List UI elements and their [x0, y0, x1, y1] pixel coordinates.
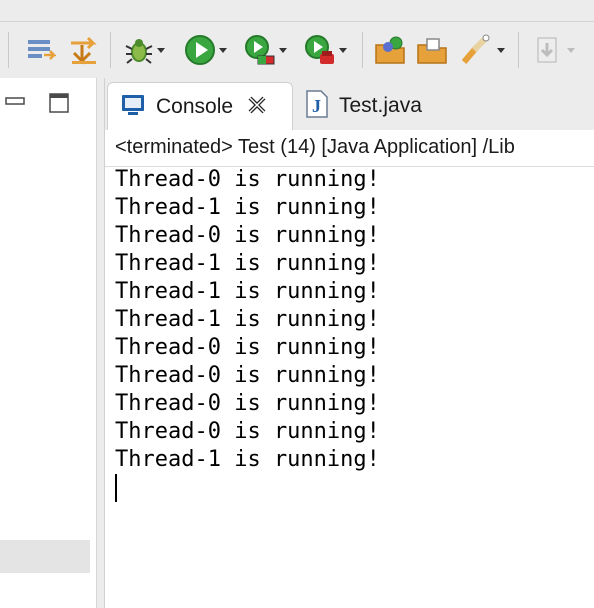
open-type-icon [375, 36, 405, 64]
process-description: <terminated> Test (14) [Java Application… [115, 136, 515, 158]
toggle-breakpoints-button[interactable] [26, 32, 56, 68]
console-line: Thread-0 is running! [115, 363, 380, 388]
svg-text:J: J [312, 96, 321, 116]
toolbar-separator [110, 32, 111, 68]
external-tools-button[interactable] [304, 32, 347, 68]
debug-dropdown-icon[interactable] [157, 47, 165, 53]
next-annotation-button[interactable] [534, 32, 575, 68]
run-button[interactable] [184, 32, 227, 68]
external-tools-icon [305, 35, 334, 64]
minimize-button[interactable] [4, 92, 26, 119]
left-view-panel [0, 78, 97, 608]
toolbar-separator [518, 32, 519, 68]
tab-test-java-label: Test.java [339, 94, 422, 117]
open-task-icon [417, 38, 447, 64]
coverage-button[interactable] [244, 32, 287, 68]
step-filters-icon [71, 36, 97, 65]
debug-button[interactable] [124, 32, 165, 68]
open-type-button[interactable] [374, 32, 408, 68]
console-line: Thread-0 is running! [115, 419, 380, 444]
console-icon [120, 92, 146, 123]
console-line: Thread-0 is running! [115, 223, 380, 248]
search-button[interactable] [460, 32, 505, 68]
console-description: <terminated> Test (14) [Java Application… [105, 130, 594, 167]
tab-console-label: Console [156, 95, 234, 118]
debug-icon [125, 39, 153, 64]
minimize-icon [5, 97, 25, 105]
console-line: Thread-1 is running! [115, 279, 380, 304]
run-dropdown-icon[interactable] [219, 47, 227, 53]
maximize-button[interactable] [48, 92, 70, 119]
toolbar-separator [362, 32, 363, 68]
console-line: Thread-0 is running! [115, 335, 380, 360]
console-line: Thread-1 is running! [115, 195, 380, 220]
console-line: Thread-0 is running! [115, 167, 380, 192]
run-icon [185, 35, 215, 65]
open-task-button[interactable] [416, 32, 450, 68]
toolbar-separator [8, 32, 9, 68]
console-line: Thread-1 is running! [115, 307, 380, 332]
next-annotation-icon [537, 37, 557, 63]
console-line: Thread-1 is running! [115, 251, 380, 276]
tab-console[interactable]: Console [107, 82, 293, 131]
text-caret [115, 474, 117, 502]
console-view: Console J Test.java <terminated> Test (1… [104, 78, 594, 608]
external-tools-dropdown-icon[interactable] [339, 47, 347, 53]
toggle-breakpoints-icon [28, 40, 56, 60]
main-toolbar [0, 0, 594, 78]
coverage-dropdown-icon[interactable] [279, 47, 287, 53]
step-filters-button[interactable] [68, 32, 102, 68]
toolbar-top-divider [0, 21, 594, 22]
tab-test-java[interactable]: J Test.java [299, 82, 499, 130]
console-line: Thread-1 is running! [115, 447, 380, 472]
console-line: Thread-0 is running! [115, 391, 380, 416]
coverage-icon [245, 35, 275, 65]
view-tab-bar: Console J Test.java [105, 78, 594, 131]
console-output[interactable]: Thread-0 is running! Thread-1 is running!… [115, 166, 594, 474]
selected-row[interactable] [0, 540, 90, 573]
close-icon[interactable] [247, 95, 267, 120]
search-icon [461, 34, 490, 64]
maximize-icon [49, 93, 69, 113]
next-annotation-dropdown-icon[interactable] [567, 47, 575, 53]
java-file-icon: J [305, 89, 329, 123]
search-dropdown-icon[interactable] [497, 47, 505, 53]
